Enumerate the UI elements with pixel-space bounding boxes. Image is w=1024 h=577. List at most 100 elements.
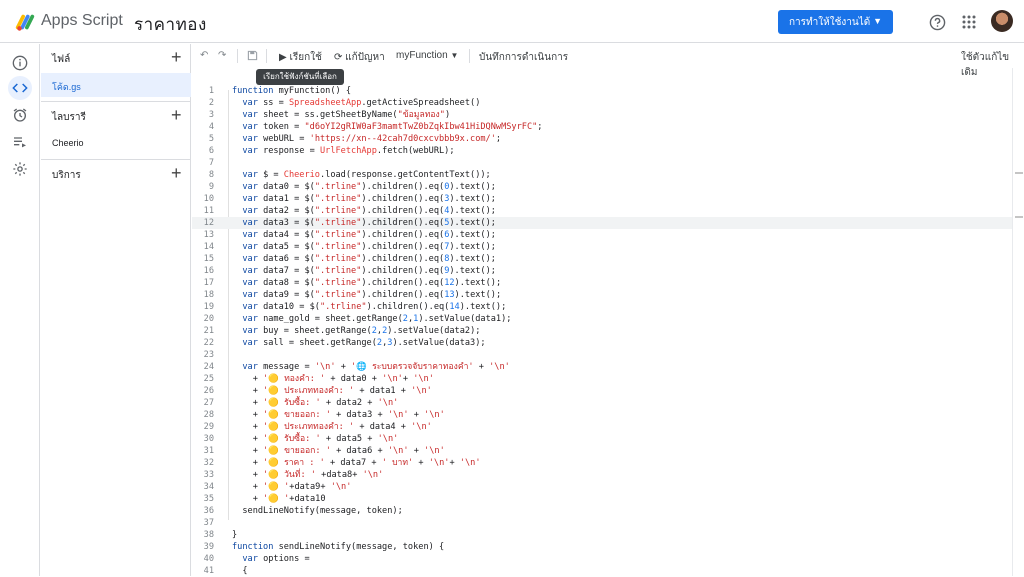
run-button[interactable]: ▶ เรียกใช้	[279, 50, 322, 65]
code-text: var data4 = $(".trline").children().eq(6…	[242, 230, 496, 240]
code-line[interactable]: 19 var data10 = $(".trline").children().…	[192, 301, 1012, 313]
file-item-label: โค้ด.gs	[52, 82, 81, 92]
code-line[interactable]: 30 + '🟡 รับซื้อ: ' + data5 + '\n'	[192, 433, 1012, 445]
line-number: 4	[208, 122, 214, 132]
code-line[interactable]: 3 var sheet = ss.getSheetByName("ข้อมูลท…	[192, 109, 1012, 121]
code-line[interactable]: 8 var $ = Cheerio.load(response.getConte…	[192, 169, 1012, 181]
code-text: var data7 = $(".trline").children().eq(9…	[242, 266, 496, 276]
function-select[interactable]: myFunction ▼	[396, 50, 458, 61]
line-number: 19	[203, 302, 214, 312]
line-number: 16	[203, 266, 214, 276]
apps-script-logo[interactable]	[14, 11, 36, 33]
file-item-code[interactable]: โค้ด.gs	[41, 73, 191, 97]
code-line[interactable]: 31 + '🟡 ขายออก: ' + data6 + '\n' + '\n'	[192, 445, 1012, 457]
code-line[interactable]: 9 var data0 = $(".trline").children().eq…	[192, 181, 1012, 193]
code-text: var data6 = $(".trline").children().eq(8…	[242, 254, 496, 264]
project-title[interactable]: ราคาทอง	[134, 11, 207, 38]
line-number: 5	[208, 134, 214, 144]
line-number: 39	[203, 542, 214, 552]
undo-icon[interactable]: ↶	[200, 50, 208, 61]
code-line[interactable]: 11 var data2 = $(".trline").children().e…	[192, 205, 1012, 217]
line-number: 29	[203, 422, 214, 432]
code-line[interactable]: 40 var options =	[192, 553, 1012, 565]
line-number: 9	[208, 182, 214, 192]
info-icon[interactable]	[8, 51, 32, 75]
code-icon[interactable]	[8, 76, 32, 100]
line-number: 27	[203, 398, 214, 408]
line-number: 36	[203, 506, 214, 516]
help-icon[interactable]	[927, 12, 947, 32]
code-line[interactable]: 34 + '🟡 '+data9+ '\n'	[192, 481, 1012, 493]
code-text: var message = '\n' + '🌐 ระบบตรวจจับราคาท…	[242, 362, 510, 372]
add-service-icon[interactable]: +	[171, 163, 182, 184]
code-text: var sheet = ss.getSheetByName("ข้อมูลทอง…	[242, 110, 451, 120]
code-line[interactable]: 10 var data1 = $(".trline").children().e…	[192, 193, 1012, 205]
code-text: var data9 = $(".trline").children().eq(1…	[242, 290, 502, 300]
avatar[interactable]	[991, 10, 1013, 32]
deploy-button[interactable]: การทำให้ใช้งานได้ ▼	[778, 10, 893, 34]
triggers-icon[interactable]	[8, 103, 32, 127]
editor-scrollbar[interactable]	[1012, 68, 1024, 576]
settings-icon[interactable]	[8, 157, 32, 181]
code-text: var ss = SpreadsheetApp.getActiveSpreads…	[242, 98, 481, 108]
debug-button[interactable]: ⟳ แก้ปัญหา	[334, 50, 385, 65]
code-line[interactable]: 37	[192, 517, 1012, 529]
code-line[interactable]: 22 var sall = sheet.getRange(2,3).setVal…	[192, 337, 1012, 349]
line-number: 10	[203, 194, 214, 204]
execution-log-button[interactable]: บันทึกการดำเนินการ	[479, 50, 568, 65]
code-line[interactable]: 41 {	[192, 565, 1012, 577]
code-line[interactable]: 29 + '🟡 ประเภททองคำ: ' + data4 + '\n'	[192, 421, 1012, 433]
line-number: 14	[203, 242, 214, 252]
executions-icon[interactable]	[8, 130, 32, 154]
code-line[interactable]: 20 var name_gold = sheet.getRange(2,1).s…	[192, 313, 1012, 325]
add-file-icon[interactable]: +	[171, 47, 182, 68]
line-number: 15	[203, 254, 214, 264]
code-line[interactable]: 39 function sendLineNotify(message, token…	[192, 541, 1012, 553]
function-select-value: myFunction	[396, 50, 448, 61]
save-icon[interactable]	[247, 50, 258, 64]
code-line[interactable]: 6 var response = UrlFetchApp.fetch(webUR…	[192, 145, 1012, 157]
code-line[interactable]: 28 + '🟡 ขายออก: ' + data3 + '\n' + '\n'	[192, 409, 1012, 421]
code-line[interactable]: 18 var data9 = $(".trline").children().e…	[192, 289, 1012, 301]
code-text: {	[232, 566, 248, 576]
apps-grid-icon[interactable]	[959, 12, 979, 32]
code-line[interactable]: 25 + '🟡 ทองคำ: ' + data0 + '\n'+ '\n'	[192, 373, 1012, 385]
code-line[interactable]: 26 + '🟡 ประเภททองคำ: ' + data1 + '\n'	[192, 385, 1012, 397]
line-number: 31	[203, 446, 214, 456]
code-line[interactable]: 4 var token = "d6oYI2gRIW0aF3mamtTwZ0bZq…	[192, 121, 1012, 133]
code-line[interactable]: 17 var data8 = $(".trline").children().e…	[192, 277, 1012, 289]
code-line[interactable]: 23	[192, 349, 1012, 361]
code-line[interactable]: 27 + '🟡 รับซื้อ: ' + data2 + '\n'	[192, 397, 1012, 409]
line-number: 35	[203, 494, 214, 504]
code-line[interactable]: 21 var buy = sheet.getRange(2,2).setValu…	[192, 325, 1012, 337]
code-line[interactable]: 24 var message = '\n' + '🌐 ระบบตรวจจับรา…	[192, 361, 1012, 373]
code-line[interactable]: 32 + '🟡 ราคา : ' + data7 + ' บาท' + '\n'…	[192, 457, 1012, 469]
app-name[interactable]: Apps Script	[41, 12, 123, 30]
code-line[interactable]: 33 + '🟡 วันที่: ' +data8+ '\n'	[192, 469, 1012, 481]
library-item-cheerio[interactable]: Cheerio	[41, 131, 191, 155]
code-editor[interactable]: 1 function myFunction() {2 var ss = Sprea…	[192, 85, 1012, 576]
code-text: var options =	[242, 554, 310, 564]
divider	[266, 49, 267, 63]
code-text: var $ = Cheerio.load(response.getContent…	[242, 170, 491, 180]
code-text: sendLineNotify(message, token);	[232, 506, 403, 516]
services-section-label: บริการ	[52, 170, 81, 181]
add-library-icon[interactable]: +	[171, 105, 182, 126]
code-line[interactable]: 35 + '🟡 '+data10	[192, 493, 1012, 505]
divider	[237, 49, 238, 63]
redo-icon[interactable]: ↷	[218, 50, 226, 61]
code-line[interactable]: 38}	[192, 529, 1012, 541]
code-line[interactable]: 36 sendLineNotify(message, token);	[192, 505, 1012, 517]
code-line[interactable]: 1 function myFunction() {	[192, 85, 1012, 97]
code-line[interactable]: 7	[192, 157, 1012, 169]
code-line[interactable]: 5 var webURL = 'https://xn--42cah7d0cxcv…	[192, 133, 1012, 145]
line-number: 34	[203, 482, 214, 492]
code-line[interactable]: 14 var data5 = $(".trline").children().e…	[192, 241, 1012, 253]
code-line[interactable]: 2 var ss = SpreadsheetApp.getActiveSprea…	[192, 97, 1012, 109]
code-line[interactable]: 13 var data4 = $(".trline").children().e…	[192, 229, 1012, 241]
code-line[interactable]: 12 var data3 = $(".trline").children().e…	[192, 217, 1012, 229]
line-number: 40	[203, 554, 214, 564]
code-line[interactable]: 16 var data7 = $(".trline").children().e…	[192, 265, 1012, 277]
code-line[interactable]: 15 var data6 = $(".trline").children().e…	[192, 253, 1012, 265]
line-number: 25	[203, 374, 214, 384]
